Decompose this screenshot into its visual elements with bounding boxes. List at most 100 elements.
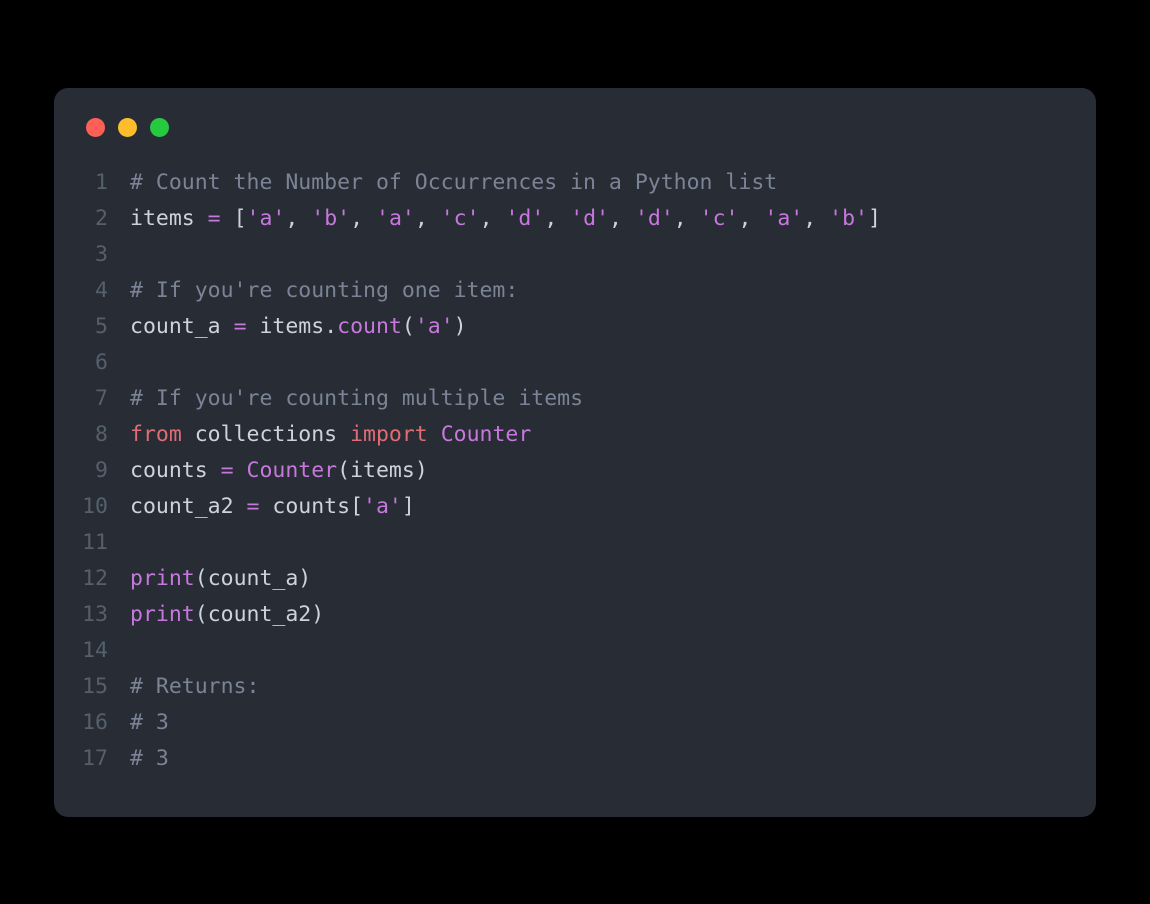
code-token: [: [350, 494, 363, 519]
code-token: count_a2: [208, 602, 312, 627]
close-icon[interactable]: [86, 118, 105, 137]
code-token: ]: [402, 494, 415, 519]
code-content[interactable]: # If you're counting multiple items: [130, 381, 583, 417]
code-line: 6: [82, 345, 1068, 381]
code-token: =: [247, 494, 260, 519]
code-token: items: [247, 314, 325, 339]
code-content[interactable]: [130, 633, 143, 669]
code-line: 17# 3: [82, 741, 1068, 777]
line-number: 11: [82, 525, 130, 561]
code-content[interactable]: [130, 525, 143, 561]
line-number: 6: [82, 345, 130, 381]
code-line: 16# 3: [82, 705, 1068, 741]
code-token: [: [234, 206, 247, 231]
code-content[interactable]: [130, 237, 143, 273]
code-token: =: [221, 458, 234, 483]
code-token: (: [402, 314, 415, 339]
code-line: 12print(count_a): [82, 561, 1068, 597]
code-line: 15# Returns:: [82, 669, 1068, 705]
code-line: 2items = ['a', 'b', 'a', 'c', 'd', 'd', …: [82, 201, 1068, 237]
code-token: =: [234, 314, 247, 339]
code-token: ,: [674, 206, 700, 231]
code-token: # 3: [130, 710, 169, 735]
code-content[interactable]: # Returns:: [130, 669, 259, 705]
code-token: items: [350, 458, 415, 483]
code-token: # Count the Number of Occurrences in a P…: [130, 170, 777, 195]
code-token: 'a': [247, 206, 286, 231]
code-token: # Returns:: [130, 674, 259, 699]
line-number: 12: [82, 561, 130, 597]
code-line: 13print(count_a2): [82, 597, 1068, 633]
line-number: 7: [82, 381, 130, 417]
code-content[interactable]: # 3: [130, 741, 169, 777]
line-number: 3: [82, 237, 130, 273]
code-content[interactable]: # 3: [130, 705, 169, 741]
code-token: 'a': [376, 206, 415, 231]
code-token: print: [130, 602, 195, 627]
code-token: 'd': [570, 206, 609, 231]
code-token: 'd': [505, 206, 544, 231]
line-number: 10: [82, 489, 130, 525]
code-token: ): [311, 602, 324, 627]
code-token: ,: [415, 206, 441, 231]
code-token: # If you're counting multiple items: [130, 386, 583, 411]
minimize-icon[interactable]: [118, 118, 137, 137]
line-number: 15: [82, 669, 130, 705]
code-content[interactable]: # If you're counting one item:: [130, 273, 518, 309]
code-content[interactable]: counts = Counter(items): [130, 453, 428, 489]
code-token: ,: [480, 206, 506, 231]
code-token: (: [195, 566, 208, 591]
code-token: [428, 422, 441, 447]
window-titlebar: [82, 114, 1068, 165]
code-token: counts: [259, 494, 350, 519]
code-token: count_a: [208, 566, 299, 591]
code-content[interactable]: items = ['a', 'b', 'a', 'c', 'd', 'd', '…: [130, 201, 881, 237]
code-token: 'b': [311, 206, 350, 231]
code-token: counts: [130, 458, 221, 483]
code-line: 14: [82, 633, 1068, 669]
code-token: 'd': [635, 206, 674, 231]
line-number: 14: [82, 633, 130, 669]
code-content[interactable]: count_a = items.count('a'): [130, 309, 467, 345]
code-token: (: [337, 458, 350, 483]
code-token: # If you're counting one item:: [130, 278, 518, 303]
code-token: import: [350, 422, 428, 447]
code-token: 'a': [764, 206, 803, 231]
code-token: count: [337, 314, 402, 339]
code-token: Counter: [441, 422, 532, 447]
code-content[interactable]: print(count_a): [130, 561, 311, 597]
code-content[interactable]: print(count_a2): [130, 597, 324, 633]
code-token: print: [130, 566, 195, 591]
line-number: 1: [82, 165, 130, 201]
code-content[interactable]: count_a2 = counts['a']: [130, 489, 415, 525]
zoom-icon[interactable]: [150, 118, 169, 137]
code-content[interactable]: [130, 345, 143, 381]
line-number: 17: [82, 741, 130, 777]
code-line: 10count_a2 = counts['a']: [82, 489, 1068, 525]
line-number: 8: [82, 417, 130, 453]
code-token: items: [130, 206, 208, 231]
code-token: count_a2: [130, 494, 247, 519]
code-token: =: [208, 206, 221, 231]
code-token: ,: [285, 206, 311, 231]
code-token: ,: [350, 206, 376, 231]
code-token: Counter: [247, 458, 338, 483]
line-number: 2: [82, 201, 130, 237]
code-token: 'c': [700, 206, 739, 231]
code-token: [221, 206, 234, 231]
code-content[interactable]: from collections import Counter: [130, 417, 531, 453]
code-editor-window: 1# Count the Number of Occurrences in a …: [54, 88, 1096, 817]
code-token: collections: [182, 422, 350, 447]
code-token: 'a': [363, 494, 402, 519]
code-token: count_a: [130, 314, 234, 339]
code-line: 8from collections import Counter: [82, 417, 1068, 453]
code-line: 4# If you're counting one item:: [82, 273, 1068, 309]
code-content[interactable]: # Count the Number of Occurrences in a P…: [130, 165, 777, 201]
code-token: ]: [868, 206, 881, 231]
code-token: 'b': [829, 206, 868, 231]
code-token: (: [195, 602, 208, 627]
code-area[interactable]: 1# Count the Number of Occurrences in a …: [82, 165, 1068, 777]
line-number: 16: [82, 705, 130, 741]
code-token: from: [130, 422, 182, 447]
code-token: ,: [803, 206, 829, 231]
